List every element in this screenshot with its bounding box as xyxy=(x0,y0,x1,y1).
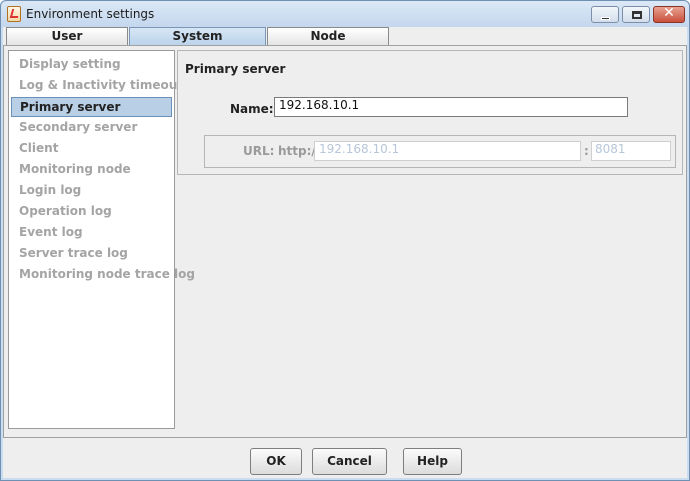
sidebar-item-primary-server[interactable]: Primary server xyxy=(11,97,172,117)
name-label: Name: xyxy=(230,102,274,116)
minimize-icon xyxy=(601,17,610,20)
sidebar-item-event-log[interactable]: Event log xyxy=(11,223,172,243)
settings-window: Environment settings ✕ User environment … xyxy=(0,0,690,481)
url-group: URL: http:// 192.168.10.1 : 8081 xyxy=(204,135,676,168)
sidebar-item-display-setting[interactable]: Display setting xyxy=(11,55,172,75)
sidebar-item-secondary-server[interactable]: Secondary server xyxy=(11,118,172,138)
title-bar[interactable]: Environment settings ✕ xyxy=(1,1,689,27)
sidebar-item-login-log[interactable]: Login log xyxy=(11,181,172,201)
close-icon: ✕ xyxy=(663,5,675,21)
url-port-separator: : xyxy=(584,144,589,158)
minimize-button[interactable] xyxy=(591,6,619,23)
cancel-button[interactable]: Cancel xyxy=(312,448,387,475)
sidebar-item-server-trace-log[interactable]: Server trace log xyxy=(11,244,172,264)
sidebar-item-monitoring-node[interactable]: Monitoring node xyxy=(11,160,172,180)
url-port-field: 8081 xyxy=(591,141,671,161)
maximize-button[interactable] xyxy=(622,6,650,23)
name-field[interactable]: 192.168.10.1 xyxy=(274,97,628,117)
system-environment-panel: Display setting Log & Inactivity timeout… xyxy=(3,45,687,438)
sidebar-item-client[interactable]: Client xyxy=(11,139,172,159)
maximize-icon xyxy=(632,11,642,19)
java-app-icon xyxy=(7,6,21,22)
url-host-field: 192.168.10.1 xyxy=(314,141,581,161)
url-label: URL: xyxy=(243,144,275,158)
section-title: Primary server xyxy=(185,62,286,76)
close-button[interactable]: ✕ xyxy=(653,5,685,23)
dialog-content: User environment System environment Node… xyxy=(3,27,687,478)
tab-user-environment[interactable]: User environment xyxy=(6,27,128,60)
settings-category-list: Display setting Log & Inactivity timeout… xyxy=(8,50,195,429)
sidebar-item-monitoring-node-trace-log[interactable]: Monitoring node trace log xyxy=(11,265,195,285)
window-title: Environment settings xyxy=(26,7,155,21)
ok-button[interactable]: OK xyxy=(250,448,302,475)
tab-system-environment[interactable]: System environment xyxy=(129,27,266,60)
help-button[interactable]: Help xyxy=(403,448,462,475)
tab-bar: User environment System environment Node… xyxy=(3,27,687,60)
sidebar-item-operation-log[interactable]: Operation log xyxy=(11,202,172,222)
tab-node-environment[interactable]: Node environment xyxy=(267,27,389,60)
sidebar-item-log-inactivity-timeout[interactable]: Log & Inactivity timeout xyxy=(11,76,183,96)
primary-server-settings: Primary server Name: 192.168.10.1 URL: h… xyxy=(177,50,683,175)
